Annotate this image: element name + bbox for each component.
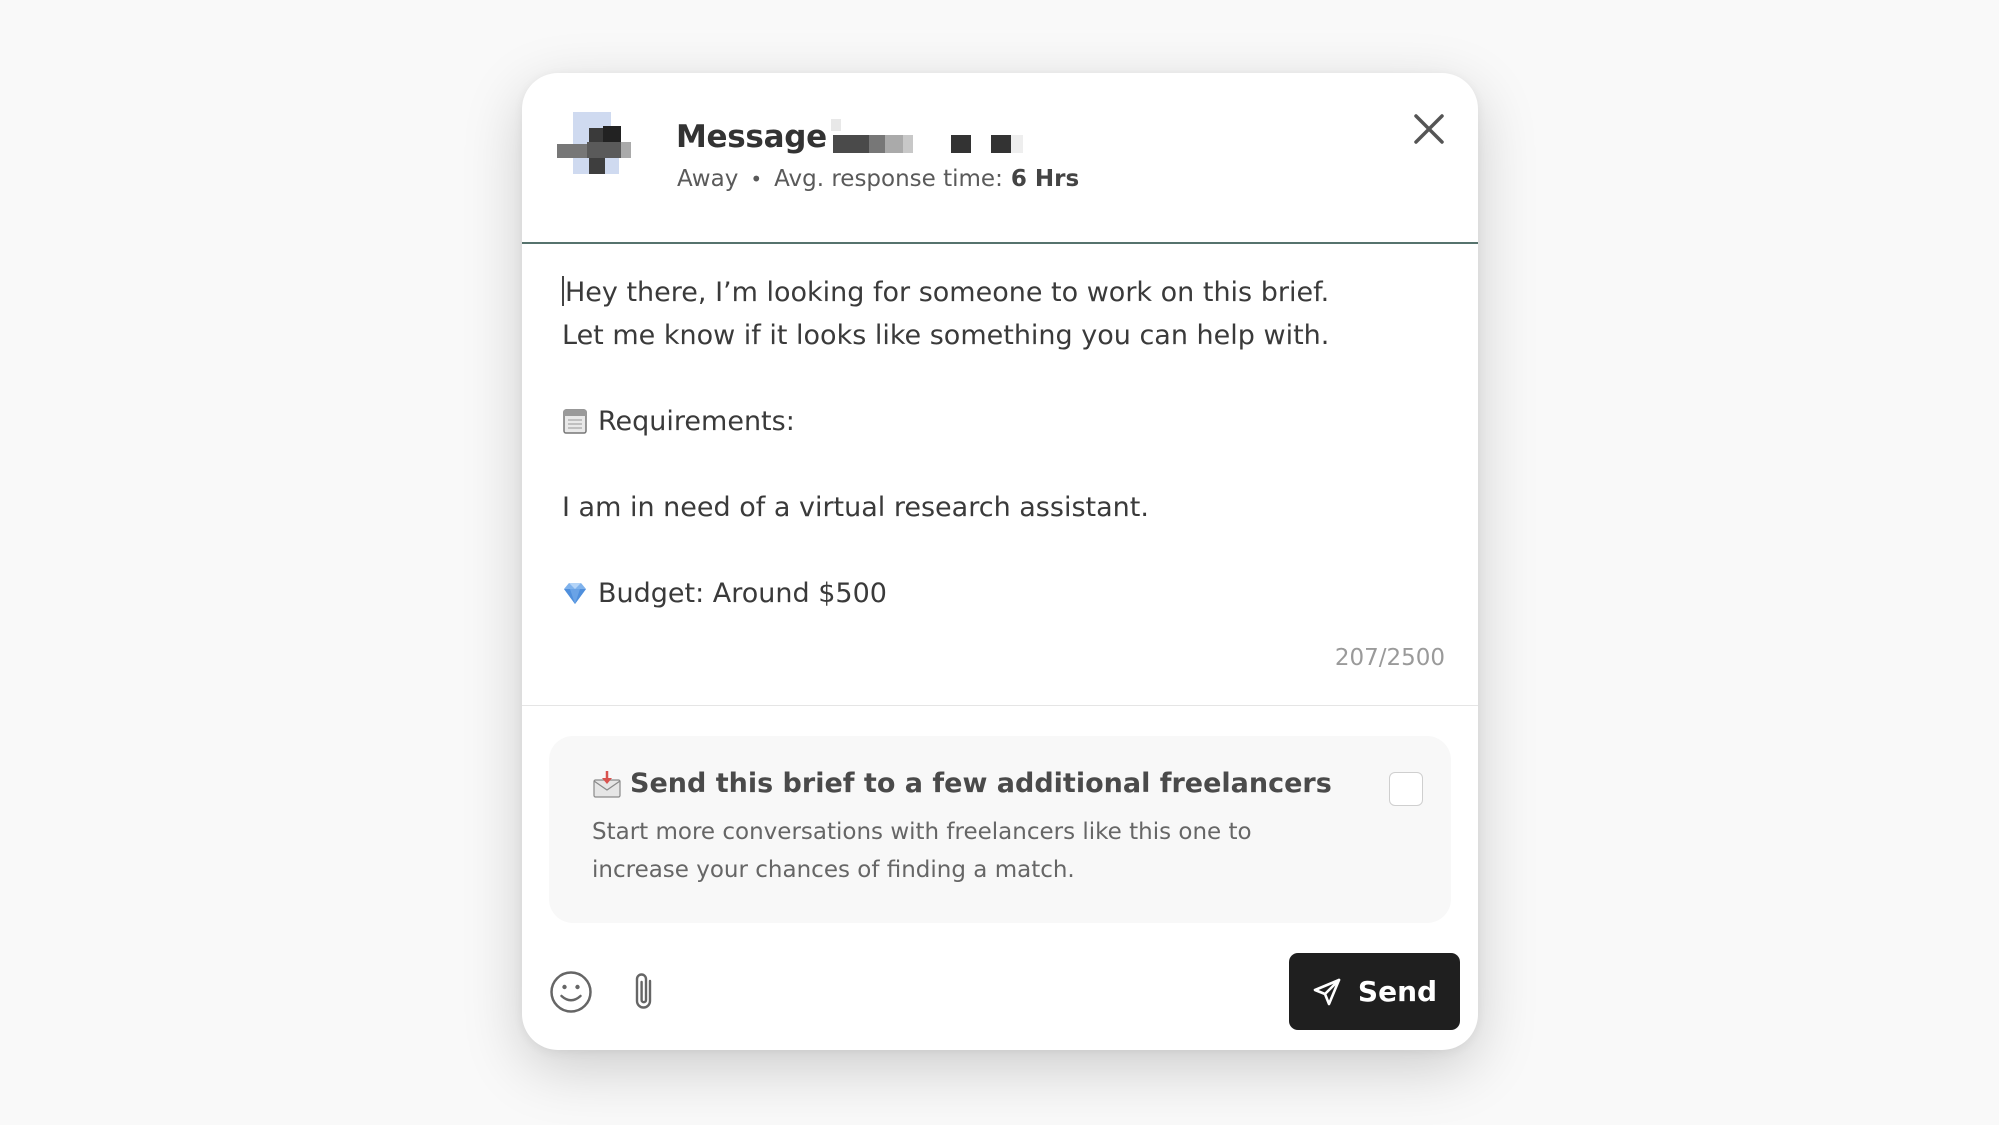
message-line: I am in need of a virtual research assis… xyxy=(562,486,1442,529)
message-text: Hey there, I’m looking for someone to wo… xyxy=(565,277,1330,308)
recipient-name-redacted xyxy=(830,117,1031,157)
smiley-icon xyxy=(550,971,592,1013)
dialog-title: Message xyxy=(676,119,827,155)
send-button[interactable]: Send xyxy=(1289,953,1460,1030)
separator-dot: • xyxy=(750,167,763,191)
dialog-header: Message Away • Avg. response time: 6 Hrs xyxy=(522,73,1478,244)
availability-info: Away • Avg. response time: 6 Hrs xyxy=(677,166,1079,192)
message-dialog: Message Away • Avg. response time: 6 Hrs xyxy=(522,73,1478,1050)
gem-icon xyxy=(564,583,586,604)
response-time-value: 6 Hrs xyxy=(1010,166,1080,192)
text-caret xyxy=(562,276,564,306)
divider xyxy=(522,705,1478,706)
message-text: Let me know if it looks like something y… xyxy=(562,320,1330,351)
response-time-label: Avg. response time: xyxy=(774,166,1003,192)
paperclip-icon xyxy=(635,973,652,1009)
close-button[interactable] xyxy=(1411,111,1447,147)
emoji-button[interactable] xyxy=(549,970,593,1018)
character-counter: 207/2500 xyxy=(1334,645,1445,671)
clipboard-icon xyxy=(563,409,587,434)
status-text: Away xyxy=(677,166,739,192)
message-line: Let me know if it looks like something y… xyxy=(562,314,1442,357)
budget-line: Budget: Around $500 xyxy=(562,572,1442,615)
send-button-label: Send xyxy=(1357,975,1438,1008)
close-icon xyxy=(1414,114,1444,144)
paper-plane-icon xyxy=(1313,978,1341,1005)
additional-freelancers-card: Send this brief to a few additional free… xyxy=(549,736,1451,923)
requirements-heading: Requirements: xyxy=(562,400,1442,443)
upsell-title: Send this brief to a few additional free… xyxy=(630,768,1332,799)
requirements-label: Requirements: xyxy=(598,406,795,437)
requirements-text: I am in need of a virtual research assis… xyxy=(562,492,1149,523)
upsell-description: Start more conversations with freelancer… xyxy=(592,813,1352,889)
budget-text: Budget: Around $500 xyxy=(598,578,887,609)
message-textarea[interactable]: Hey there, I’m looking for someone to wo… xyxy=(562,271,1442,615)
upsell-desc-line: increase your chances of finding a match… xyxy=(592,857,1075,883)
send-to-additional-checkbox[interactable] xyxy=(1389,772,1423,806)
avatar xyxy=(557,112,649,192)
dialog-title-row: Message xyxy=(676,115,1031,159)
message-line: Hey there, I’m looking for someone to wo… xyxy=(562,271,1442,314)
upsell-title-row: Send this brief to a few additional free… xyxy=(592,768,1332,799)
envelope-icon xyxy=(593,770,621,798)
attach-button[interactable] xyxy=(629,970,659,1018)
upsell-desc-line: Start more conversations with freelancer… xyxy=(592,819,1252,845)
